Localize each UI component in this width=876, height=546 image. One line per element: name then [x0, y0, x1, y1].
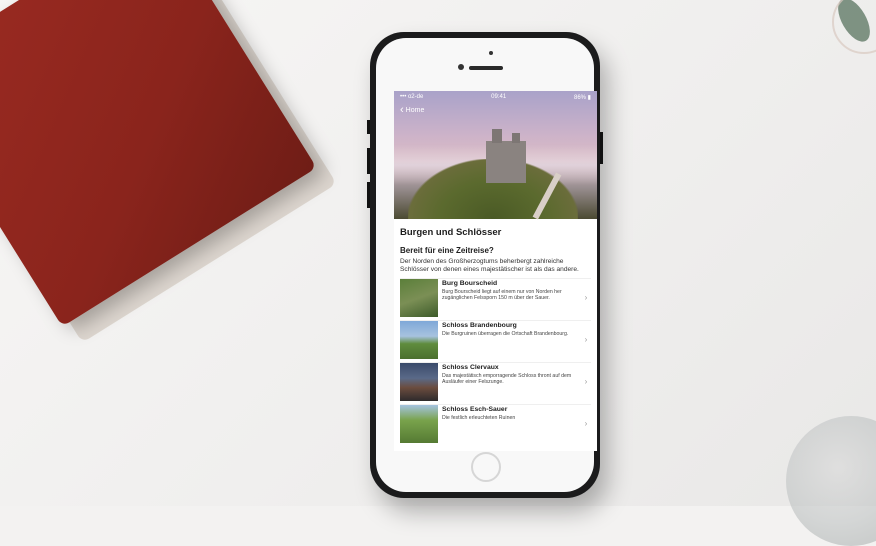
list-item-title: Schloss Brandenbourg — [442, 322, 517, 329]
list-item-title: Schloss Clervaux — [442, 364, 499, 371]
thumbnail-image — [400, 321, 438, 359]
volume-down-button — [367, 182, 370, 208]
battery-label: 86% ▮ — [574, 94, 591, 101]
intro-text: Der Norden des Großherzogtums beherbergt… — [400, 258, 579, 273]
list-item[interactable]: Schloss Brandenbourg Die Burgruinen über… — [400, 320, 591, 362]
front-camera — [458, 64, 464, 70]
earpiece-speaker — [469, 66, 503, 70]
back-label: Home — [405, 106, 425, 114]
list-item[interactable]: Burg Bourscheid Burg Bourscheid liegt au… — [400, 278, 591, 320]
hero-castle — [486, 129, 526, 183]
power-button — [600, 132, 603, 164]
list-item[interactable]: Schloss Esch-Sauer Die festlich erleucht… — [400, 404, 591, 446]
list-item-text: Schloss Clervaux Das majestätisch emporr… — [442, 363, 581, 386]
status-bar: ••• o2-de 09:41 86% ▮ — [394, 91, 597, 103]
phone-screen: ••• o2-de 09:41 86% ▮ ‹ Home Burgen und … — [394, 91, 597, 451]
list-item-description: Die festlich erleuchteten Ruinen — [442, 415, 516, 421]
page-title: Burgen und Schlösser — [400, 227, 502, 238]
thumbnail-image — [400, 279, 438, 317]
proximity-sensor — [489, 51, 493, 55]
chevron-right-icon: › — [584, 419, 588, 428]
list-item-title: Schloss Esch-Sauer — [442, 406, 508, 413]
back-button[interactable]: ‹ Home — [400, 104, 425, 116]
list-item-text: Schloss Esch-Sauer Die festlich erleucht… — [442, 405, 581, 421]
carrier-label: ••• o2-de — [400, 94, 424, 100]
content-area: Burgen und Schlösser Bereit für eine Zei… — [394, 219, 597, 446]
list-item-text: Burg Bourscheid Burg Bourscheid liegt au… — [442, 279, 581, 302]
plant-decoration — [796, 0, 876, 80]
list-item-title: Burg Bourscheid — [442, 280, 498, 287]
chevron-right-icon: › — [584, 377, 588, 386]
chevron-right-icon: › — [584, 293, 588, 302]
mute-switch — [367, 120, 370, 134]
list-item[interactable]: Schloss Clervaux Das majestätisch emporr… — [400, 362, 591, 404]
home-button[interactable] — [471, 452, 501, 482]
list-item-description: Burg Bourscheid liegt auf einem nur von … — [442, 289, 562, 302]
list-item-text: Schloss Brandenbourg Die Burgruinen über… — [442, 321, 581, 337]
status-time: 09:41 — [491, 94, 507, 100]
thumbnail-image — [400, 405, 438, 443]
volume-up-button — [367, 148, 370, 174]
smartphone: ••• o2-de 09:41 86% ▮ ‹ Home Burgen und … — [367, 32, 603, 498]
phone-front: ••• o2-de 09:41 86% ▮ ‹ Home Burgen und … — [376, 38, 597, 492]
intro-heading: Bereit für eine Zeitreise? — [400, 246, 494, 255]
cup-rim — [832, 0, 876, 54]
castle-list: Burg Bourscheid Burg Bourscheid liegt au… — [400, 278, 591, 446]
hero-image-castle: ••• o2-de 09:41 86% ▮ ‹ Home — [394, 91, 597, 220]
thumbnail-image — [400, 363, 438, 401]
chevron-left-icon: ‹ — [400, 104, 404, 116]
list-item-description: Das majestätisch emporragende Schloss th… — [442, 373, 572, 386]
list-item-description: Die Burgruinen überragen die Ortschaft B… — [442, 331, 569, 337]
chevron-right-icon: › — [584, 335, 588, 344]
